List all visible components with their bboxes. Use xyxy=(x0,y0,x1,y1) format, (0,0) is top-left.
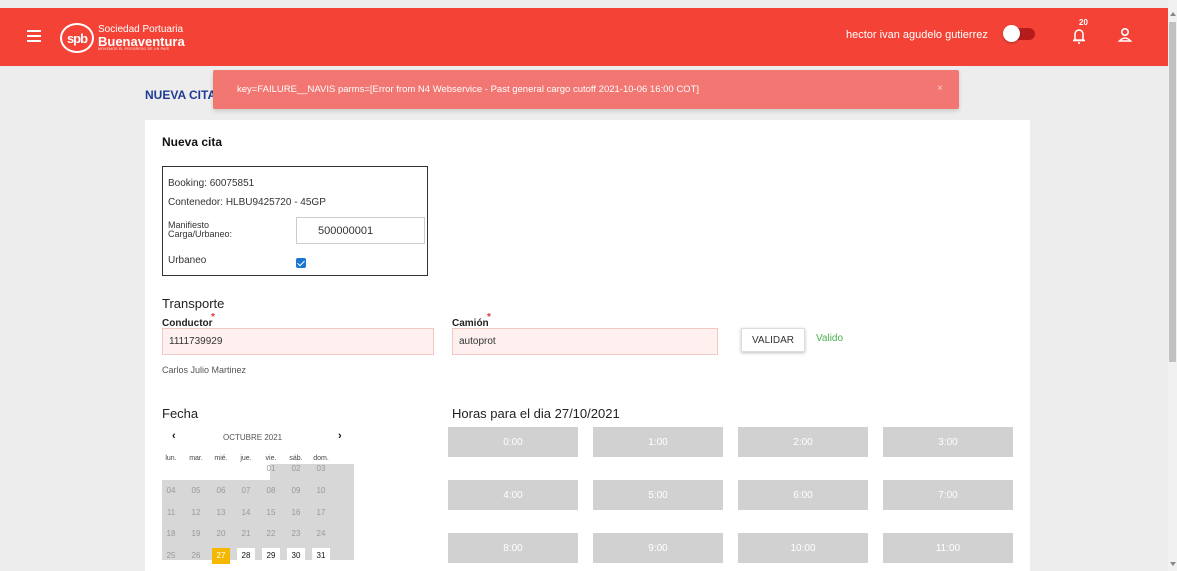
scroll-thumb[interactable] xyxy=(1169,22,1176,362)
card-title: Nueva cita xyxy=(162,135,223,149)
scroll-down-arrow-icon[interactable] xyxy=(1170,562,1176,566)
company-logo[interactable]: spb Sociedad Portuaria Buenaventura MOVE… xyxy=(60,22,185,54)
close-icon[interactable]: × xyxy=(937,83,943,94)
hour-slot-button[interactable]: 4:00 xyxy=(448,480,578,510)
transport-heading: Transporte xyxy=(162,296,225,311)
date-heading: Fecha xyxy=(162,406,199,421)
calendar-day: 16 xyxy=(291,508,301,517)
container-number: Contenedor: HLBU9425720 - 45GP xyxy=(168,197,326,208)
calendar-day: 13 xyxy=(216,508,226,517)
urbaneo-checkbox[interactable] xyxy=(296,258,306,268)
theme-toggle[interactable] xyxy=(1003,25,1035,42)
calendar-day: 01 xyxy=(266,464,276,473)
hour-slot-button[interactable]: 11:00 xyxy=(883,533,1013,563)
calendar-day: 07 xyxy=(241,486,251,495)
calendar-day: 04 xyxy=(166,486,176,495)
calendar-day: 09 xyxy=(291,486,301,495)
urbaneo-label: Urbaneo xyxy=(168,255,207,266)
hour-slot-button[interactable]: 8:00 xyxy=(448,533,578,563)
calendar-day: 11 xyxy=(166,508,176,517)
calendar-day[interactable]: 27 xyxy=(212,548,230,564)
hour-slot-button[interactable]: 7:00 xyxy=(883,480,1013,510)
calendar-day: 17 xyxy=(316,508,326,517)
weekday-label: lun. xyxy=(165,455,177,462)
calendar-day: 03 xyxy=(316,464,326,473)
calendar-day: 06 xyxy=(216,486,226,495)
calendar-day: 05 xyxy=(191,486,201,495)
booking-info-box: Booking: 60075851 Contenedor: HLBU942572… xyxy=(162,166,428,276)
calendar-day: 23 xyxy=(291,529,301,538)
toast-message: key=FAILURE__NAVIS parms=[Error from N4 … xyxy=(237,84,700,95)
weekday-label: mié. xyxy=(214,455,228,462)
calendar-month-label: OCTUBRE 2021 xyxy=(223,433,283,442)
calendar-day[interactable]: 31 xyxy=(312,548,330,564)
hours-heading: Horas para el dia 27/10/2021 xyxy=(452,406,620,421)
user-name: hector ivan agudelo gutierrez xyxy=(846,29,988,41)
validation-status: Valido xyxy=(816,333,844,344)
notification-count: 20 xyxy=(1079,18,1088,27)
driver-required-mark: * xyxy=(211,312,215,323)
user-icon[interactable] xyxy=(1117,27,1133,43)
validate-button[interactable]: VALIDAR xyxy=(741,328,805,352)
calendar-day[interactable]: 28 xyxy=(237,548,255,564)
page-title: NUEVA CITA xyxy=(145,88,217,102)
hour-slot-button[interactable]: 2:00 xyxy=(738,427,868,457)
prev-month-chevron-icon[interactable]: ‹ xyxy=(172,430,176,442)
calendar-day: 19 xyxy=(191,529,201,538)
booking-number: Booking: 60075851 xyxy=(168,178,255,189)
hour-slot-button[interactable]: 1:00 xyxy=(593,427,723,457)
hour-slot-button[interactable]: 3:00 xyxy=(883,427,1013,457)
calendar-day: 21 xyxy=(241,529,251,538)
calendar-day: 24 xyxy=(316,529,326,538)
logo-line-2: Buenaventura xyxy=(98,33,185,49)
hour-slot-button[interactable]: 0:00 xyxy=(448,427,578,457)
logo-tagline: MOVEMOS EL PROGRESO DE UN PAÍS xyxy=(98,46,170,51)
truck-input[interactable] xyxy=(452,328,718,355)
appointment-card: Nueva cita Booking: 60075851 Contenedor:… xyxy=(145,120,1030,571)
calendar-day: 02 xyxy=(291,464,301,473)
hour-slot-button[interactable]: 5:00 xyxy=(593,480,723,510)
scroll-up-arrow-icon[interactable] xyxy=(1170,12,1176,16)
bell-icon[interactable] xyxy=(1072,28,1086,44)
calendar-day: 12 xyxy=(191,508,201,517)
next-month-chevron-icon[interactable]: › xyxy=(338,430,342,442)
weekday-label: jue. xyxy=(240,455,252,462)
calendar-day: 18 xyxy=(166,529,176,538)
weekday-label: mar. xyxy=(189,455,203,462)
calendar-day: 14 xyxy=(241,508,251,517)
page-scrollbar[interactable] xyxy=(1168,0,1177,571)
top-app-bar: spb Sociedad Portuaria Buenaventura MOVE… xyxy=(0,8,1168,66)
hour-slot-button[interactable]: 9:00 xyxy=(593,533,723,563)
error-toast: key=FAILURE__NAVIS parms=[Error from N4 … xyxy=(213,70,959,109)
calendar-day: 08 xyxy=(266,486,276,495)
calendar-day[interactable]: 30 xyxy=(287,548,305,564)
calendar-day: 22 xyxy=(266,529,276,538)
toggle-knob xyxy=(1003,25,1020,42)
truck-required-mark: * xyxy=(487,312,491,323)
calendar-day[interactable]: 29 xyxy=(262,548,280,564)
manifest-input[interactable] xyxy=(296,217,425,244)
driver-input[interactable] xyxy=(162,328,434,355)
calendar-day: 15 xyxy=(266,508,276,517)
calendar-day: 26 xyxy=(191,551,201,560)
hour-slot-button[interactable]: 10:00 xyxy=(738,533,868,563)
calendar-day: 20 xyxy=(216,529,226,538)
calendar-day: 10 xyxy=(316,486,326,495)
manifest-label: Manifiesto Carga/Urbaneo: xyxy=(168,220,233,239)
menu-icon[interactable] xyxy=(27,30,41,42)
calendar-day: 25 xyxy=(166,551,176,560)
logo-badge: spb xyxy=(60,23,94,53)
driver-name: Carlos Julio Martinez xyxy=(162,365,247,375)
hour-slot-button[interactable]: 6:00 xyxy=(738,480,868,510)
